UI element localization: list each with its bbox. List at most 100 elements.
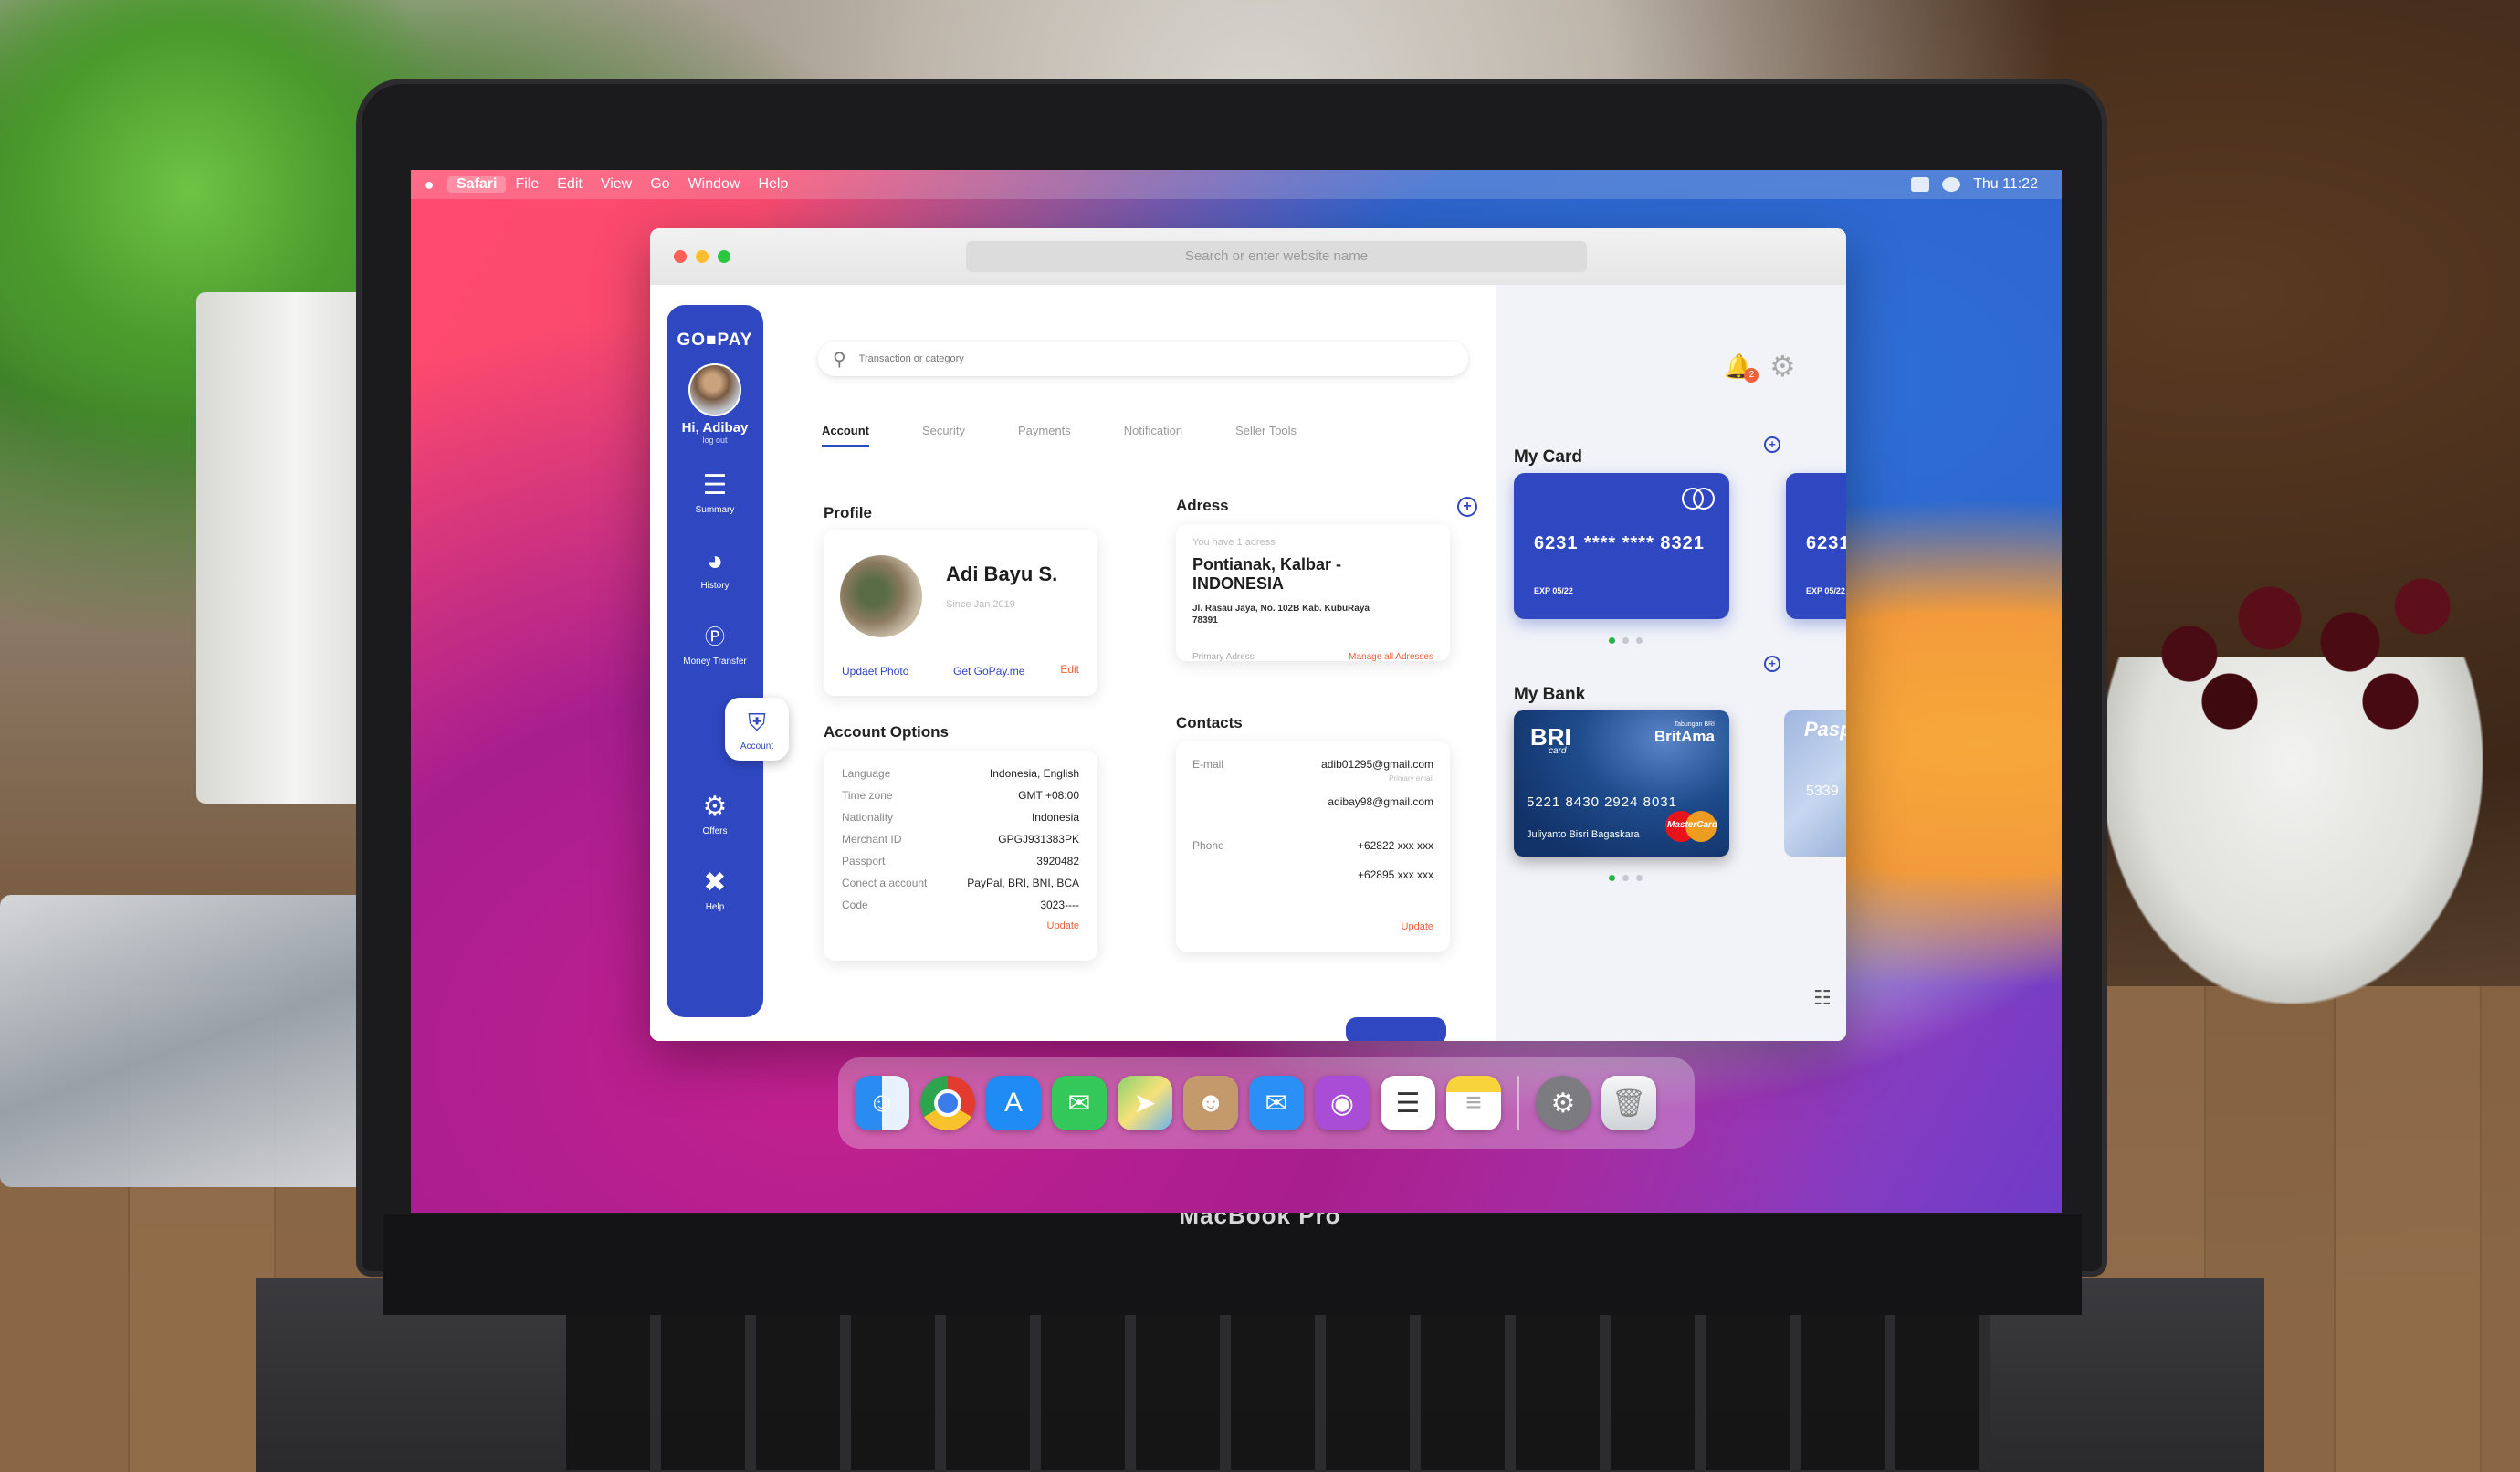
mail-icon[interactable]: ✉: [1249, 1076, 1304, 1130]
card-carousel-dots[interactable]: [1609, 637, 1643, 644]
siri-icon[interactable]: [1942, 177, 1961, 192]
tab-bar: Account Security Payments Notification S…: [822, 424, 1297, 447]
app-store-icon[interactable]: A: [986, 1076, 1041, 1130]
menu-file[interactable]: File: [506, 176, 548, 193]
system-preferences-icon[interactable]: ⚙: [1536, 1076, 1591, 1130]
tools-icon: ✖: [703, 867, 727, 898]
menu-help[interactable]: Help: [749, 176, 797, 193]
profile-card: Adi Bayu S. Since Jan 2019 Updaet Photo …: [824, 530, 1097, 696]
chrome-icon[interactable]: [920, 1076, 975, 1130]
apple-icon[interactable]: ●: [411, 175, 447, 195]
add-bank-icon[interactable]: +: [1764, 656, 1780, 672]
carousel-dot[interactable]: [1622, 637, 1629, 644]
sidebar-item-account[interactable]: ⛨ Account: [725, 698, 789, 761]
bottom-action-button[interactable]: [1346, 1017, 1446, 1041]
menu-window[interactable]: Window: [679, 176, 750, 193]
option-key: Language: [842, 767, 891, 780]
option-row: Language Indonesia, English: [842, 767, 1079, 780]
primary-email-label: Primary email: [1389, 774, 1433, 783]
option-row: Code 3023----: [842, 899, 1079, 911]
bank-card[interactable]: BRI card Tabungan BRI BritAma 5221 8430 29…: [1514, 710, 1729, 857]
search-icon: ⚲: [833, 349, 846, 370]
sidebar-item-summary[interactable]: ☰ Summary: [667, 470, 763, 515]
my-bank-title: My Bank: [1514, 685, 1586, 704]
carousel-dot[interactable]: [1622, 875, 1629, 881]
finder-icon[interactable]: ☺: [855, 1076, 909, 1130]
search-input[interactable]: [856, 352, 1409, 365]
update-options-link[interactable]: Update: [842, 920, 1079, 931]
email-primary[interactable]: adib01295@gmail.com: [1321, 758, 1433, 771]
carousel-dot[interactable]: [1636, 875, 1643, 881]
menu-bar: ● Safari File Edit View Go Window Help T…: [411, 170, 2062, 199]
pie-chart-icon: ◕: [706, 546, 724, 576]
contacts-title: Contacts: [1176, 714, 1243, 731]
sidebar-item-offers[interactable]: ⚙ Offers: [667, 792, 763, 836]
contact-row-email: E-mail adib01295@gmail.com: [1192, 758, 1433, 771]
sidebar-item-history[interactable]: ◕ History: [667, 546, 763, 591]
card-expiry: EXP 05/22: [1534, 586, 1573, 595]
tab-seller-tools[interactable]: Seller Tools: [1235, 424, 1297, 447]
menu-go[interactable]: Go: [641, 176, 678, 193]
contacts-icon[interactable]: ☻: [1183, 1076, 1238, 1130]
carousel-dot[interactable]: [1609, 875, 1615, 881]
control-center-icon[interactable]: [1911, 177, 1930, 192]
avatar[interactable]: [688, 363, 741, 416]
update-contacts-link[interactable]: Update: [1192, 921, 1433, 932]
option-row: Passport 3920482: [842, 855, 1079, 867]
notes-icon[interactable]: ≡: [1446, 1076, 1501, 1130]
add-address-icon[interactable]: +: [1457, 497, 1477, 517]
sidebar-item-help[interactable]: ✖ Help: [667, 867, 763, 912]
search-bar[interactable]: ⚲: [818, 342, 1468, 376]
menu-view[interactable]: View: [592, 176, 641, 193]
option-key: Code: [842, 899, 868, 911]
url-bar[interactable]: Search or enter website name: [966, 241, 1587, 272]
logout-link[interactable]: log out: [667, 436, 763, 445]
add-card-icon[interactable]: +: [1764, 436, 1780, 453]
menu-edit[interactable]: Edit: [548, 176, 592, 193]
account-options-title: Account Options: [824, 723, 949, 741]
greeting: Hi, Adibay: [681, 420, 749, 436]
payment-card[interactable]: 6231 **** **** 8321 EXP 05/22: [1514, 473, 1729, 619]
browser-titlebar: Search or enter website name: [650, 228, 1846, 285]
tab-notification[interactable]: Notification: [1124, 424, 1182, 447]
close-button[interactable]: [674, 250, 687, 263]
maps-icon[interactable]: ➤: [1118, 1076, 1172, 1130]
podcasts-icon[interactable]: ◉: [1315, 1076, 1370, 1130]
trash-icon[interactable]: 🗑: [1601, 1076, 1656, 1130]
reminders-icon[interactable]: ☰: [1381, 1076, 1435, 1130]
menu-clock[interactable]: Thu 11:22: [1973, 176, 2038, 193]
sidebar-item-money-transfer[interactable]: Ⓟ Money Transfer: [667, 622, 763, 667]
option-key: Nationality: [842, 811, 894, 824]
passport-card[interactable]: Paspo 5339: [1784, 710, 1846, 857]
profile-photo: [840, 555, 922, 637]
primary-address-label: Primary Adress: [1192, 652, 1255, 662]
messages-icon[interactable]: ✉: [1052, 1076, 1107, 1130]
filter-icon[interactable]: ☷: [1813, 986, 1832, 1010]
tab-security[interactable]: Security: [922, 424, 965, 447]
bell-icon[interactable]: 🔔 2: [1724, 352, 1759, 383]
phone-primary[interactable]: +62822 xxx xxx: [1358, 839, 1433, 852]
email-secondary[interactable]: adibay98@gmail.com: [1328, 795, 1433, 808]
carousel-dot[interactable]: [1609, 637, 1615, 644]
option-row: Time zone GMT +08:00: [842, 789, 1079, 802]
menu-safari[interactable]: Safari: [447, 176, 507, 193]
cherries: [2109, 511, 2511, 749]
edit-profile-link[interactable]: Edit: [1060, 663, 1079, 676]
tab-payments[interactable]: Payments: [1018, 424, 1071, 447]
update-photo-link[interactable]: Updaet Photo: [842, 665, 908, 678]
minimize-button[interactable]: [696, 250, 709, 263]
sidebar: GO■PAY Hi, Adibay log out ☰ Summary ◕ Hi…: [667, 305, 789, 1017]
gopay-logo: GO■PAY: [677, 331, 753, 350]
tab-account[interactable]: Account: [822, 424, 869, 447]
desktop: ● Safari File Edit View Go Window Help T…: [411, 170, 2062, 1213]
bank-carousel-dots[interactable]: [1609, 875, 1643, 881]
mastercard-logo: MasterCard: [1665, 811, 1717, 842]
option-key: Merchant ID: [842, 833, 902, 846]
zoom-button[interactable]: [718, 250, 730, 263]
phone-secondary[interactable]: +62895 xxx xxx: [1358, 868, 1433, 881]
get-gopay-link[interactable]: Get GoPay.me: [953, 665, 1024, 678]
payment-card[interactable]: 6231 ** EXP 05/22: [1786, 473, 1846, 619]
settings-gear-icon[interactable]: ⚙: [1769, 349, 1796, 384]
manage-addresses-link[interactable]: Manage all Adresses: [1349, 652, 1433, 662]
carousel-dot[interactable]: [1636, 637, 1643, 644]
